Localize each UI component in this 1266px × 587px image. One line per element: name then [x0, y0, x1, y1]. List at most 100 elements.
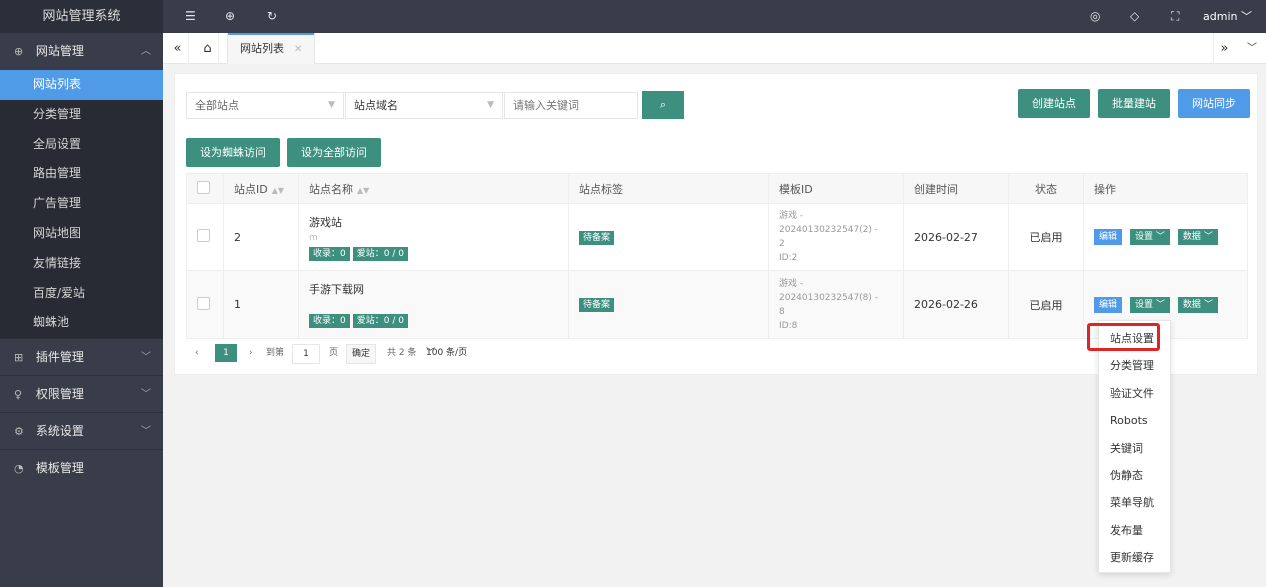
data-label: 数据: [1182, 299, 1201, 310]
row-checkbox-cell: [186, 270, 224, 339]
sort-icon[interactable]: ▲▼: [357, 186, 369, 195]
cell-site-tag: 待备案: [568, 203, 769, 271]
cell-site-id: 1: [223, 270, 299, 339]
cell-site-id: 2: [223, 203, 299, 271]
sidebar-item-category[interactable]: 分类管理: [0, 100, 163, 130]
sidebar-item-site-list[interactable]: 网站列表: [0, 70, 163, 100]
chevron-down-icon: ﹀: [1155, 232, 1165, 242]
chevron-down-icon: ﹀: [1203, 232, 1213, 242]
create-site-button[interactable]: 创建站点: [1018, 89, 1090, 118]
row-checkbox[interactable]: [197, 296, 210, 310]
tab-scroll-right-icon[interactable]: »: [1213, 33, 1235, 64]
refresh-icon[interactable]: ↻: [267, 0, 277, 33]
goto-confirm-button[interactable]: 确定: [346, 344, 376, 364]
chevron-down-icon[interactable]: ﹀: [1241, 33, 1263, 64]
tab-scroll-left-icon[interactable]: «: [167, 33, 189, 64]
nav-group-title-system[interactable]: ⚙ 系统设置 ﹀: [0, 412, 163, 449]
sync-sites-button[interactable]: 网站同步: [1178, 89, 1250, 118]
theme-icon[interactable]: ◎: [1090, 0, 1100, 33]
nav-group-title-templates[interactable]: ◔ 模板管理: [0, 449, 163, 486]
tag-icon[interactable]: ◇: [1130, 0, 1139, 33]
settings-button[interactable]: 设置 ﹀: [1130, 229, 1170, 245]
row-checkbox[interactable]: [197, 229, 210, 242]
site-domain[interactable]: m: [309, 230, 558, 246]
data-button[interactable]: 数据 ﹀: [1177, 229, 1218, 245]
page-current[interactable]: 1: [215, 344, 237, 362]
palette-icon: ◔: [14, 462, 24, 476]
search-button[interactable]: ⌕: [642, 91, 684, 119]
all-access-button[interactable]: 设为全部访问: [287, 138, 381, 167]
edit-button[interactable]: 编辑: [1094, 296, 1123, 313]
fullscreen-icon[interactable]: ⛶: [1171, 0, 1179, 33]
chevron-down-icon: ﹀: [426, 348, 436, 358]
nav-group-templates: ◔ 模板管理: [0, 449, 163, 486]
nav-group-permissions: ♀ 权限管理 ﹀: [0, 375, 163, 412]
app-logo[interactable]: 网站管理系统: [0, 0, 163, 33]
spider-access-button[interactable]: 设为蜘蛛访问: [186, 138, 280, 167]
chevron-down-icon: ﹀: [141, 426, 151, 438]
field-select-value: 站点域名: [354, 99, 398, 112]
globe-icon[interactable]: ⊕: [225, 0, 235, 33]
menu-toggle-icon[interactable]: ☰: [185, 0, 196, 33]
next-page-icon[interactable]: ›: [249, 344, 253, 362]
edit-button[interactable]: 编辑: [1094, 229, 1123, 245]
sort-icon[interactable]: ▲▼: [272, 186, 284, 195]
tab-bar: « ⌂ 网站列表 ✕ » ﹀: [163, 33, 1266, 64]
tab-site-list[interactable]: 网站列表 ✕: [227, 33, 316, 64]
cell-site-name: 手游下载网 收录：0 爱站：0 / 0: [298, 270, 569, 339]
header-template-id: 模板ID: [768, 173, 904, 204]
page-input[interactable]: 1: [292, 344, 320, 364]
table-header-row: 站点ID ▲▼ 站点名称 ▲▼ 站点标签 模板ID 创建时间 状态 操作: [186, 173, 1248, 204]
site-name[interactable]: 手游下载网: [309, 281, 558, 297]
total-count: 共 2 条: [387, 348, 417, 358]
menu-item-category[interactable]: 分类管理: [1099, 352, 1170, 379]
header-ops: 操作: [1083, 173, 1248, 204]
nav-group-title-permissions[interactable]: ♀ 权限管理 ﹀: [0, 375, 163, 412]
batch-create-button[interactable]: 批量建站: [1098, 89, 1170, 118]
chevron-up-icon: ︿: [141, 46, 151, 57]
cell-status: 已启用: [1008, 203, 1084, 271]
template-line: 游戏 - 20240130232547(8) -: [779, 278, 879, 303]
menu-item-verify-file[interactable]: 验证文件: [1099, 380, 1170, 407]
header-site-tag: 站点标签: [568, 173, 769, 204]
sidebar-item-routes[interactable]: 路由管理: [0, 159, 163, 189]
sidebar-item-spider-pool[interactable]: 蜘蛛池: [0, 308, 163, 338]
sidebar-item-baidu[interactable]: 百度/爱站: [0, 279, 163, 309]
sidebar-item-global-settings[interactable]: 全局设置: [0, 130, 163, 160]
header-site-id[interactable]: 站点ID ▲▼: [223, 173, 299, 204]
aizhan-tag: 爱站：0 / 0: [352, 314, 408, 328]
key-icon: ♀: [14, 388, 23, 402]
prev-page-icon[interactable]: ‹: [195, 344, 199, 362]
settings-button[interactable]: 设置 ﹀: [1130, 296, 1170, 313]
row-checkbox-cell: [186, 203, 224, 271]
menu-item-robots[interactable]: Robots: [1099, 407, 1170, 434]
menu-item-menu-nav[interactable]: 菜单导航: [1099, 489, 1170, 516]
select-all-checkbox[interactable]: [197, 180, 210, 194]
template-line: 游戏 - 20240130232547(2) -: [779, 211, 879, 235]
sidebar-item-links[interactable]: 友情链接: [0, 249, 163, 279]
header-site-name[interactable]: 站点名称 ▲▼: [298, 173, 569, 204]
site-table: 站点ID ▲▼ 站点名称 ▲▼ 站点标签 模板ID 创建时间 状态 操作 2 游戏站…: [186, 173, 1248, 339]
highlight-box: [1087, 323, 1160, 351]
nav-group-title-site-management[interactable]: ⊕ 网站管理 ︿: [0, 33, 163, 70]
sidebar-item-sitemap[interactable]: 网站地图: [0, 219, 163, 249]
menu-item-keywords[interactable]: 关键词: [1099, 435, 1170, 462]
close-icon[interactable]: ✕: [294, 44, 302, 55]
menu-item-publish-volume[interactable]: 发布量: [1099, 517, 1170, 544]
site-select[interactable]: 全部站点 ▼: [186, 92, 344, 119]
field-select[interactable]: 站点域名 ▼: [345, 92, 503, 119]
nav-group-title-plugins[interactable]: ⊞ 插件管理 ﹀: [0, 338, 163, 375]
home-icon[interactable]: ⌂: [197, 33, 219, 64]
menu-item-refresh-cache[interactable]: 更新缓存: [1099, 544, 1170, 571]
menu-item-rewrite[interactable]: 伪静态: [1099, 462, 1170, 489]
data-button[interactable]: 数据 ﹀: [1177, 296, 1218, 313]
keyword-input[interactable]: [504, 92, 638, 119]
nav-group-system: ⚙ 系统设置 ﹀: [0, 412, 163, 449]
user-menu[interactable]: admin ﹀: [1203, 0, 1252, 33]
site-name[interactable]: 游戏站: [309, 214, 558, 230]
caret-down-icon: ▼: [487, 100, 494, 110]
aizhan-tag: 爱站：0 / 0: [352, 246, 408, 261]
sidebar-item-ads[interactable]: 广告管理: [0, 189, 163, 219]
chevron-down-icon: ﹀: [1241, 10, 1252, 23]
site-domain[interactable]: [309, 297, 558, 313]
